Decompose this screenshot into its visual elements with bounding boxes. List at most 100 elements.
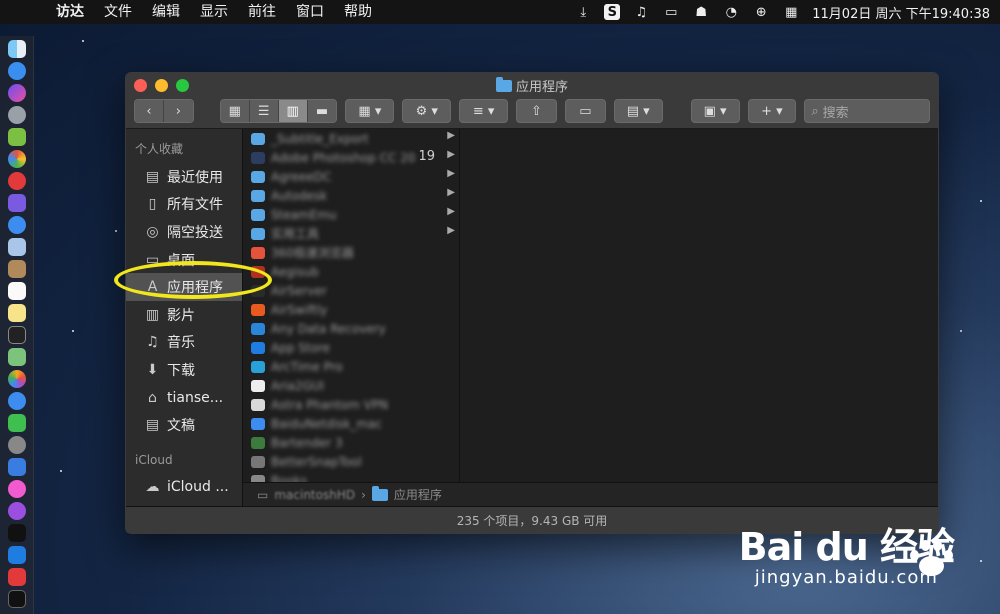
messages-dock-icon[interactable] — [7, 392, 26, 410]
app-icon — [251, 227, 265, 240]
toolbar: ‹ › ▦ ☰ ▥ ▬ ▦ ▾ ⚙ ▾ ≡ ▾ ⇧ ▭ ▤ ▾ ▣ ▾ + ▾ … — [134, 99, 931, 123]
file-row[interactable]: 实用工具 ▶ — [243, 224, 459, 243]
sidebar-item-recents[interactable]: ▤ 最近使用 — [126, 163, 242, 191]
terminal-dock-icon[interactable] — [7, 326, 26, 344]
file-row[interactable]: Autodesk ▶ — [243, 186, 459, 205]
menu-view[interactable]: 显示 — [190, 0, 238, 24]
file-row[interactable]: SteamEmu ▶ — [243, 205, 459, 224]
browser-dock-icon[interactable] — [7, 150, 26, 168]
menu-window[interactable]: 窗口 — [286, 0, 334, 24]
globe-icon[interactable]: ⊕ — [752, 4, 770, 20]
preview-dock-icon[interactable] — [7, 238, 26, 256]
music-status-icon[interactable]: ♫ — [632, 4, 650, 20]
sidebar-item-label: 下载 — [167, 362, 195, 379]
sidebar-item-applications[interactable]: A 应用程序 — [126, 273, 242, 301]
app-store-2-dock-icon[interactable] — [7, 546, 26, 564]
file-row[interactable]: _Subtitle_Export ▶ — [243, 129, 459, 148]
file-row[interactable]: Aria2GUI — [243, 376, 459, 395]
music-note-icon: ♫ — [146, 334, 159, 351]
sidebar-item-home[interactable]: ⌂ tianse... — [126, 384, 242, 412]
path-disk[interactable]: macintoshHD — [274, 488, 355, 502]
clock-text[interactable]: 11月02日 周六 下午19:40:38 — [812, 3, 990, 22]
red-app-dock-icon[interactable] — [7, 172, 26, 190]
menu-help[interactable]: 帮助 — [334, 0, 382, 24]
path-folder[interactable]: 应用程序 — [394, 486, 442, 503]
maps-dock-icon[interactable] — [7, 348, 26, 366]
keynote-dock-icon[interactable] — [7, 458, 26, 476]
action-gear-button[interactable]: ⚙ ▾ — [402, 99, 452, 123]
file-row[interactable]: AgreeeDC ▶ — [243, 167, 459, 186]
download-status-icon[interactable]: ⤓ — [574, 4, 592, 20]
group-button[interactable]: ▦ ▾ — [345, 99, 395, 123]
search-field[interactable]: ⌕ 搜索 — [804, 99, 931, 123]
file-row[interactable]: AirSwiftly — [243, 300, 459, 319]
settings-dock-icon[interactable] — [7, 436, 26, 454]
vivaldi-dock-icon[interactable] — [7, 568, 26, 586]
sidebar-item-downloads[interactable]: ⬇ 下载 — [126, 356, 242, 384]
file-row[interactable]: Aegisub — [243, 262, 459, 281]
file-name: AirSwiftly — [271, 302, 328, 317]
launchpad-dock-icon[interactable] — [7, 106, 26, 124]
app-icon — [251, 436, 265, 449]
android-dock-icon[interactable] — [7, 128, 26, 146]
app-icon — [251, 246, 265, 259]
terminal-2-dock-icon[interactable] — [7, 590, 26, 608]
sidebar-item-all-files[interactable]: ▯ 所有文件 — [126, 191, 242, 219]
menu-file[interactable]: 文件 — [94, 0, 142, 24]
gallery-view-button[interactable]: ▬ — [307, 100, 337, 122]
share-button[interactable]: ⇧ — [516, 99, 557, 123]
calculator-dock-icon[interactable] — [7, 194, 26, 212]
apple-tv-dock-icon[interactable] — [7, 524, 26, 542]
app-store-dock-icon[interactable] — [7, 62, 26, 80]
disclosure-arrow-icon: ▶ — [447, 149, 455, 160]
file-row[interactable]: AirServer — [243, 281, 459, 300]
file-row[interactable]: BetterSnapTool — [243, 452, 459, 471]
forward-button[interactable]: › — [163, 100, 193, 122]
facetime-dock-icon[interactable] — [7, 414, 26, 432]
sidebar-item-label: 文稿 — [167, 418, 195, 435]
menu-app-name[interactable]: 访达 — [46, 0, 94, 24]
menu-go[interactable]: 前往 — [238, 0, 286, 24]
sidebar-item-documents[interactable]: ▤ 文稿 — [126, 411, 242, 439]
safari-dock-icon[interactable] — [7, 216, 26, 234]
arrange-button[interactable]: ≡ ▾ — [459, 99, 509, 123]
podcasts-dock-icon[interactable] — [7, 502, 26, 520]
time-machine-icon[interactable]: ◔ — [722, 4, 740, 20]
photos-dock-icon[interactable] — [7, 370, 26, 388]
sidebar-item-airdrop[interactable]: ◎ 隔空投送 — [126, 218, 242, 246]
menu-edit[interactable]: 编辑 — [142, 0, 190, 24]
finder-dock-icon[interactable] — [7, 40, 26, 58]
siri-dock-icon[interactable] — [7, 84, 26, 102]
sidebar-item-icloud-drive[interactable]: ☁ iCloud ... — [126, 473, 242, 501]
file-row[interactable]: Adobe Photoshop CC 20 19 ▶ — [243, 148, 459, 167]
itunes-dock-icon[interactable] — [7, 480, 26, 498]
file-row[interactable]: ArcTime Pro — [243, 357, 459, 376]
file-name: Aegisub — [271, 264, 319, 279]
new-document-button[interactable]: ▤ ▾ — [613, 99, 663, 123]
file-row[interactable]: Bartender 3 — [243, 433, 459, 452]
add-button[interactable]: + ▾ — [747, 99, 797, 123]
contacts-dock-icon[interactable] — [7, 260, 26, 278]
calendar-dock-icon[interactable] — [7, 282, 26, 300]
calendar-icon[interactable]: ▦ — [782, 4, 800, 20]
tag-button[interactable]: ▭ — [564, 99, 606, 123]
sogou-input-icon[interactable]: S — [604, 4, 621, 20]
notes-dock-icon[interactable] — [7, 304, 26, 322]
file-row[interactable]: BaiduNetdisk_mac — [243, 414, 459, 433]
ghost-app-icon[interactable]: ☗ — [692, 4, 710, 20]
sidebar-item-music[interactable]: ♫ 音乐 — [126, 329, 242, 357]
file-name: BetterSnapTool — [271, 454, 362, 469]
file-row[interactable]: Any Data Recovery — [243, 319, 459, 338]
archive-button[interactable]: ▣ ▾ — [690, 99, 740, 123]
column-view-button[interactable]: ▥ — [278, 100, 308, 122]
icon-view-button[interactable]: ▦ — [220, 100, 250, 122]
back-button[interactable]: ‹ — [135, 100, 164, 122]
sidebar-item-desktop[interactable]: ▭ 桌面 — [126, 246, 242, 274]
file-row[interactable]: 360极速浏览器 — [243, 243, 459, 262]
file-row[interactable]: App Store — [243, 338, 459, 357]
list-view-button[interactable]: ☰ — [249, 100, 279, 122]
file-row[interactable]: Astra Phantom VPN — [243, 395, 459, 414]
app-icon — [251, 303, 265, 316]
airplay-icon[interactable]: ▭ — [662, 4, 680, 20]
sidebar-item-movies[interactable]: ▥ 影片 — [126, 301, 242, 329]
